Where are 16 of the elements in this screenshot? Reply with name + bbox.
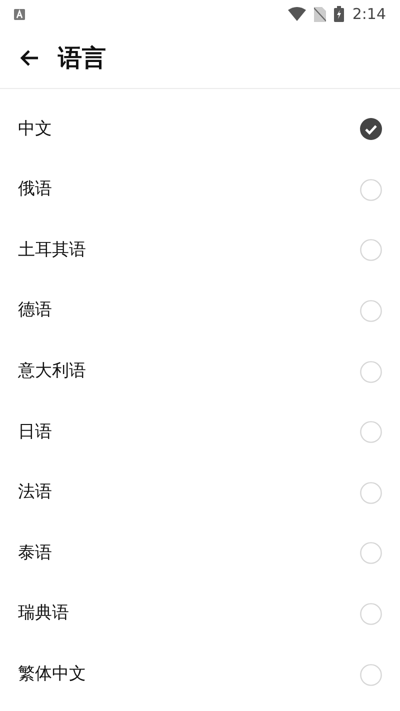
language-item[interactable]: 意大利语 [0,341,400,402]
language-item[interactable]: 日语 [0,402,400,463]
app-notification-icon [14,8,25,20]
language-item[interactable]: 中文 [0,99,400,160]
status-time: 2:14 [352,4,386,25]
wifi-icon [288,7,306,21]
page-title: 语言 [58,43,106,74]
no-sim-icon [314,6,326,22]
language-item[interactable]: 法语 [0,462,400,524]
battery-charging-icon [334,6,344,22]
language-item[interactable]: 俄语 [0,160,400,220]
language-item[interactable]: 土耳其语 [0,220,400,281]
language-item[interactable]: 瑞典语 [0,584,400,644]
language-item[interactable]: 泰语 [0,523,400,584]
language-item[interactable]: 德语 [0,280,400,342]
language-item[interactable]: 繁体中文 [0,644,400,705]
